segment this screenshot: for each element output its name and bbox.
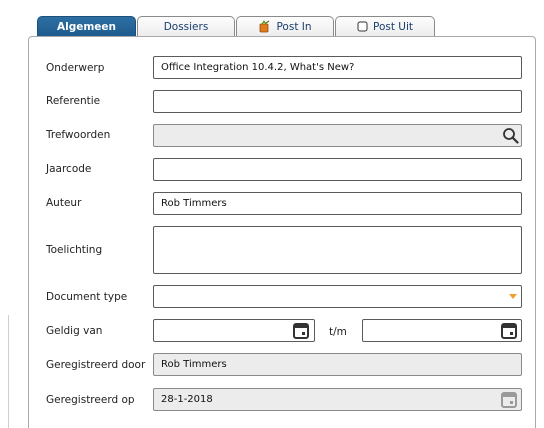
onderwerp-field[interactable]: Office Integration 10.4.2, What's New?	[153, 56, 522, 79]
calendar-icon[interactable]	[500, 321, 518, 340]
document-type-select[interactable]	[153, 285, 522, 308]
auteur-label: Auteur	[46, 197, 82, 209]
tab-label: Dossiers	[163, 20, 209, 33]
tab-label: Post Uit	[372, 20, 414, 33]
geregistreerd-op-field: 28-1-2018	[153, 388, 522, 411]
mail-in-icon	[258, 20, 271, 33]
to-label: t/m	[329, 326, 347, 338]
dropdown-arrow-icon[interactable]	[507, 292, 519, 302]
document-type-label: Document type	[46, 291, 128, 303]
geregistreerd-op-label: Geregistreerd op	[46, 394, 135, 406]
tab-dossiers[interactable]: Dossiers	[137, 16, 235, 36]
geregistreerd-door-field: Rob Timmers	[153, 353, 522, 376]
tab-label: Post In	[276, 20, 312, 33]
auteur-value: Rob Timmers	[161, 198, 227, 209]
trefwoorden-label: Trefwoorden	[46, 129, 111, 141]
checkbox-icon	[357, 21, 368, 32]
tab-post-in[interactable]: Post In	[236, 16, 334, 36]
tab-label: Algemeen	[56, 21, 117, 33]
geregistreerd-door-value: Rob Timmers	[161, 359, 227, 370]
auteur-field[interactable]: Rob Timmers	[153, 192, 522, 215]
geregistreerd-door-label: Geregistreerd door	[46, 359, 146, 371]
tab-algemeen[interactable]: Algemeen	[37, 16, 136, 37]
trefwoorden-field[interactable]	[153, 124, 522, 147]
geldig-van-to-field[interactable]	[362, 319, 522, 342]
geldig-van-label: Geldig van	[46, 325, 103, 337]
onderwerp-label: Onderwerp	[46, 62, 105, 74]
geregistreerd-op-value: 28-1-2018	[161, 394, 213, 405]
geldig-van-from-field[interactable]	[153, 319, 315, 342]
toelichting-label: Toelichting	[46, 244, 103, 256]
referentie-label: Referentie	[46, 95, 101, 107]
tab-post-uit[interactable]: Post Uit	[335, 16, 435, 36]
left-border-line	[8, 315, 9, 428]
toelichting-textarea[interactable]	[153, 226, 522, 274]
referentie-field[interactable]	[153, 90, 522, 113]
search-icon[interactable]	[501, 126, 519, 144]
calendar-icon[interactable]	[292, 321, 310, 340]
jaarcode-field[interactable]	[153, 158, 522, 181]
jaarcode-label: Jaarcode	[46, 163, 92, 175]
onderwerp-value: Office Integration 10.4.2, What's New?	[161, 62, 355, 73]
calendar-icon	[500, 390, 518, 409]
